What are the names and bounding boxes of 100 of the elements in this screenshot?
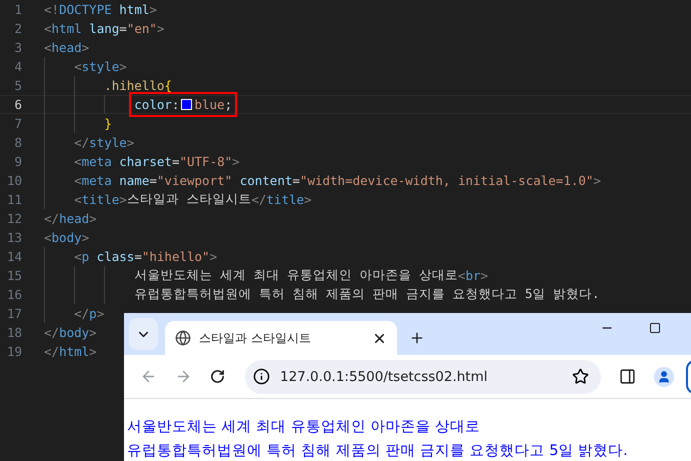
- line-number: 15: [6, 268, 22, 283]
- code-token: {: [164, 78, 172, 93]
- line-number: 6: [13, 97, 22, 112]
- line-number: 14: [6, 249, 22, 264]
- code-token: <: [74, 59, 82, 74]
- line-number: 2: [13, 21, 22, 36]
- code-token: html: [52, 21, 82, 36]
- code-token: :: [172, 97, 180, 112]
- info-icon[interactable]: [253, 368, 270, 385]
- line-number: 3: [13, 40, 22, 55]
- code-token: =: [134, 249, 142, 264]
- code-token: body: [59, 325, 90, 340]
- line-number: 18: [6, 325, 22, 340]
- code-token: =: [172, 154, 180, 169]
- code-token: >: [119, 192, 127, 207]
- code-token: charset: [118, 154, 172, 169]
- line-number: 13: [6, 230, 22, 245]
- code-token: class: [96, 249, 134, 264]
- code-token: p: [89, 306, 97, 321]
- line-number: 9: [13, 154, 22, 169]
- code-token: head: [52, 40, 82, 55]
- code-token: <: [458, 268, 466, 283]
- code-token: br: [465, 268, 481, 283]
- address-bar[interactable]: 127.0.0.1:5500/tsetcss02.html: [245, 360, 601, 394]
- code-token: p: [82, 249, 90, 264]
- code-token: style: [89, 135, 127, 150]
- code-token: >: [89, 325, 97, 340]
- code-token: content: [238, 173, 292, 188]
- code-token: <!: [44, 2, 60, 17]
- side-panel-button[interactable]: [619, 368, 636, 385]
- code-token: =: [149, 173, 157, 188]
- code-token: >: [126, 135, 134, 150]
- profile-icon[interactable]: [654, 366, 674, 386]
- code-token: >: [82, 40, 90, 55]
- code-token: .hihello: [104, 78, 164, 93]
- line-number: 5: [13, 78, 22, 93]
- code-token: <: [74, 173, 82, 188]
- code-token: >: [149, 2, 157, 17]
- code-token: html: [118, 2, 150, 17]
- code-token: >: [119, 59, 127, 74]
- code-token: <: [74, 192, 82, 207]
- code-token: blue: [194, 97, 225, 112]
- code-token: lang: [88, 21, 120, 36]
- code-token: >: [156, 21, 164, 36]
- code-token: }: [104, 116, 112, 131]
- code-token: </: [44, 344, 60, 359]
- line-number: 17: [6, 306, 22, 321]
- code-token: head: [59, 211, 90, 226]
- code-token: >: [89, 211, 97, 226]
- tab-title: 스타일과 스타일시트: [199, 330, 312, 346]
- code-token: </: [251, 192, 266, 207]
- reload-icon: [210, 369, 225, 384]
- code-token: </: [74, 306, 90, 321]
- code-token: 스타일과 스타일시트: [126, 191, 252, 208]
- code-token: ;: [224, 97, 232, 112]
- browser-tab[interactable]: 스타일과 스타일시트: [165, 321, 397, 355]
- line-number: 4: [13, 59, 22, 74]
- code-token: "viewport": [156, 173, 232, 188]
- maximize-icon: [649, 322, 661, 334]
- code-token: body: [52, 230, 82, 245]
- code-token: <: [44, 230, 52, 245]
- line-number: 16: [6, 287, 22, 302]
- code-token: "UTF-8": [179, 154, 232, 169]
- code-token: </: [44, 211, 60, 226]
- code-token: meta: [82, 173, 112, 188]
- code-token: >: [89, 344, 97, 359]
- line-number: 8: [13, 135, 22, 150]
- code-token: <: [44, 40, 52, 55]
- new-tab-button[interactable]: [409, 330, 425, 346]
- code-token: title: [82, 192, 120, 207]
- line-number: 1: [13, 2, 22, 17]
- code-token: >: [82, 230, 90, 245]
- page-paragraph: 유럽통합특허법원에 특허 침해 제품의 판매 금지를 요청했다고 5일 밝혔다.: [127, 442, 629, 461]
- plus-icon: [409, 330, 425, 346]
- code-token: title: [266, 192, 304, 207]
- code-token: =: [292, 173, 300, 188]
- code-token: >: [96, 306, 104, 321]
- code-token: DOCTYPE: [59, 2, 112, 17]
- color-swatch[interactable]: [181, 99, 192, 110]
- line-number: 11: [6, 192, 22, 207]
- code-token: name: [118, 173, 150, 188]
- star-icon[interactable]: [572, 368, 589, 385]
- code-token: "width=device-width, initial-scale=1.0": [300, 173, 594, 188]
- code-token: >: [593, 173, 601, 188]
- code-token: style: [82, 59, 120, 74]
- arrow-left-icon: [140, 368, 157, 385]
- code-token: <: [74, 249, 82, 264]
- panel-icon: [619, 368, 636, 385]
- line-number: 12: [6, 211, 22, 226]
- code-token: >: [304, 192, 312, 207]
- code-token: >: [480, 268, 488, 283]
- code-token: html: [59, 344, 90, 359]
- code-token: </: [74, 135, 90, 150]
- code-token: <: [74, 154, 82, 169]
- globe-icon: [175, 330, 191, 346]
- code-token: color: [134, 97, 172, 112]
- arrow-right-icon: [175, 368, 192, 385]
- reload-button[interactable]: [210, 369, 225, 384]
- maximize-button[interactable]: [649, 321, 661, 335]
- line-number: 7: [13, 116, 22, 131]
